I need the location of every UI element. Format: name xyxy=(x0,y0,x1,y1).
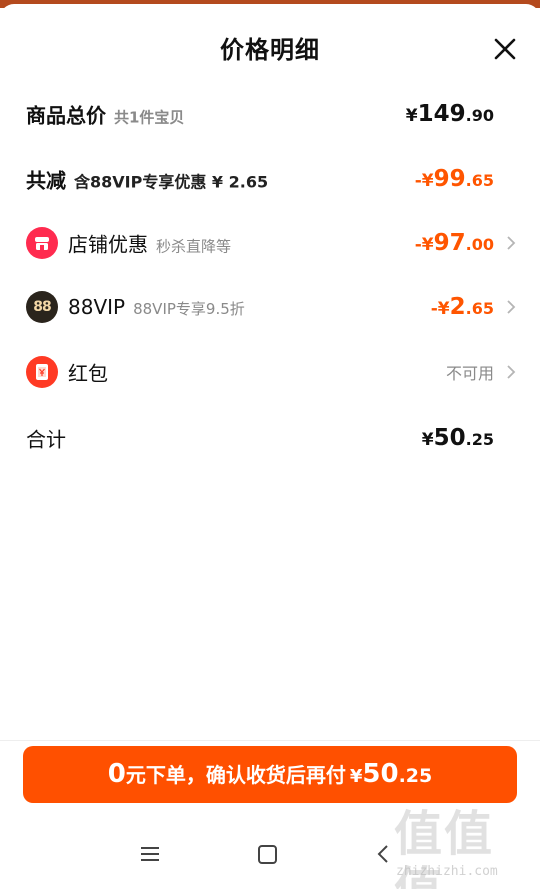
back-icon[interactable] xyxy=(376,844,390,864)
watermark: 值值值 zhizhizhi.com xyxy=(394,806,534,889)
vip-discount-label: 88VIP xyxy=(68,295,126,319)
page-title: 价格明细 xyxy=(220,36,320,64)
total-price-label: 商品总价 xyxy=(26,103,106,128)
red-packet-status: 不可用 xyxy=(445,364,494,383)
vip-discount-note: 88VIP专享9.5折 xyxy=(133,300,245,318)
total-discount-note: 含88VIP专享优惠 ¥ 2.65 xyxy=(74,172,269,192)
sum-row: 合计 ¥50.25 xyxy=(0,416,540,460)
chevron-right-icon[interactable] xyxy=(506,299,516,315)
watermark-url: zhizhizhi.com xyxy=(396,864,498,879)
chevron-right-icon[interactable] xyxy=(506,235,516,251)
red-packet-label: 红包 xyxy=(68,361,108,386)
divider xyxy=(0,740,540,741)
vip-discount-row[interactable]: 88 88VIP 88VIP专享9.5折 -¥2.65 xyxy=(0,285,540,329)
shop-icon xyxy=(26,227,58,259)
total-item-count: 共1件宝贝 xyxy=(114,108,185,127)
sum-value: ¥50.25 xyxy=(421,425,494,451)
red-packet-icon xyxy=(26,356,58,388)
home-icon[interactable] xyxy=(258,845,277,864)
total-discount-value: -¥99.65 xyxy=(414,166,494,192)
place-order-button[interactable]: 0元下单，确认收货后再付 ¥50.25 xyxy=(23,746,517,803)
shop-discount-note: 秒杀直降等 xyxy=(156,237,232,256)
total-price-row: 商品总价 共1件宝贝 ¥149.90 xyxy=(0,92,540,136)
vip-discount-value: -¥2.65 xyxy=(430,294,494,320)
total-discount-row: 共减 含88VIP专享优惠 ¥ 2.65 -¥99.65 xyxy=(0,157,540,201)
menu-icon[interactable] xyxy=(140,846,160,862)
chevron-right-icon[interactable] xyxy=(506,364,516,380)
total-discount-label: 共减 xyxy=(26,168,66,193)
shop-discount-label: 店铺优惠 xyxy=(68,232,148,257)
sum-label: 合计 xyxy=(26,427,66,452)
vip-88-icon: 88 xyxy=(26,291,58,323)
watermark-logo: 值值值 xyxy=(394,806,495,889)
shop-discount-value: -¥97.00 xyxy=(414,230,494,256)
red-packet-row[interactable]: 红包 不可用 xyxy=(0,350,540,394)
close-icon[interactable] xyxy=(494,38,516,60)
shop-discount-row[interactable]: 店铺优惠 秒杀直降等 -¥97.00 xyxy=(0,221,540,265)
total-price-value: ¥149.90 xyxy=(405,101,494,127)
